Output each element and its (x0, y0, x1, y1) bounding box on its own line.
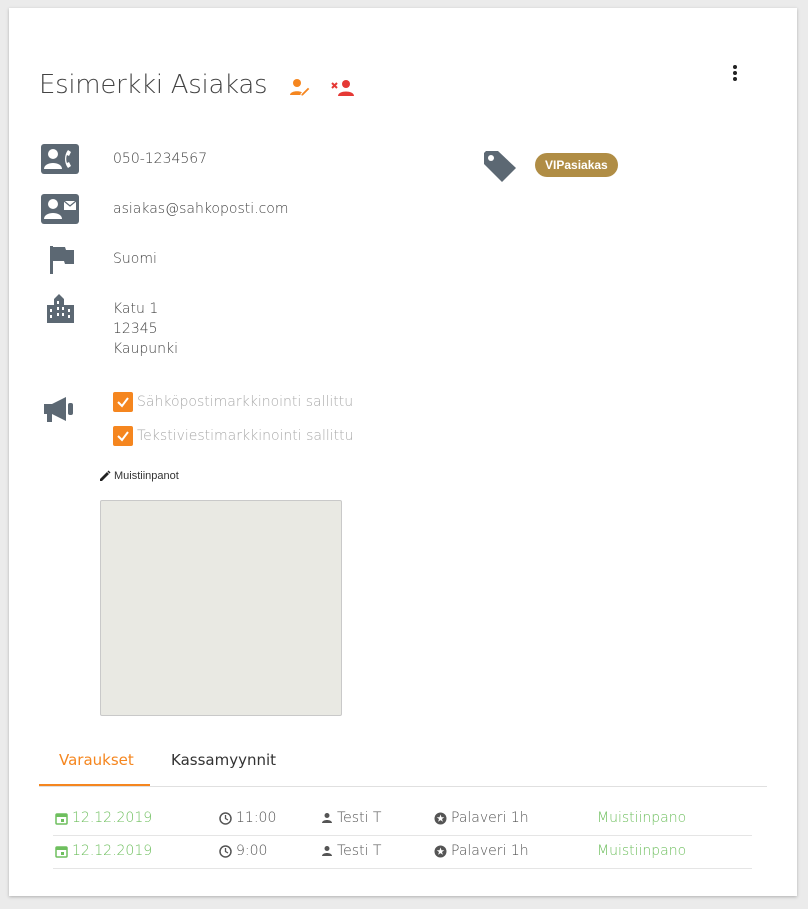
customer-email: asiakas@sahkoposti.com (113, 201, 289, 217)
building-icon (40, 291, 80, 325)
address-postal-code: 12345 (113, 321, 158, 337)
reservation-person-text: Testi T (337, 843, 382, 859)
person-icon (322, 813, 332, 823)
reservation-date-text: 12.12.2019 (72, 810, 153, 826)
more-vert-icon (733, 65, 737, 81)
contact-phone-icon (40, 143, 80, 177)
active-tab-indicator (39, 784, 150, 786)
reservation-time-text: 9:00 (236, 843, 268, 859)
star-circle-icon (434, 845, 447, 857)
calendar-icon (55, 812, 68, 825)
notes-textarea[interactable] (100, 500, 342, 716)
table-row[interactable]: 12.12.2019 11:00 Testi T Palaveri 1h Mui… (53, 802, 752, 836)
tag-icon (482, 150, 518, 184)
reservation-service: Palaveri 1h (434, 843, 529, 859)
customer-address: Katu 1 12345 Kaupunki (113, 299, 178, 359)
reservation-date: 12.12.2019 (55, 843, 152, 859)
reservation-service-text: Palaveri 1h (451, 843, 529, 859)
reservation-time: 11:00 (219, 810, 276, 826)
tab-reservations[interactable]: Varaukset (59, 751, 134, 769)
reservation-person-text: Testi T (337, 810, 382, 826)
more-menu-button[interactable] (725, 64, 745, 84)
customer-name: Esimerkki Asiakas (39, 70, 268, 100)
address-city: Kaupunki (113, 341, 179, 357)
star-circle-icon (434, 812, 447, 824)
reservation-service-text: Palaveri 1h (451, 810, 529, 826)
reservation-time-text: 11:00 (236, 810, 277, 826)
email-marketing-checkbox[interactable]: Sähköpostimarkkinointi sallittu (113, 391, 353, 413)
reservation-person: Testi T (321, 810, 381, 826)
checkbox-checked-icon (113, 426, 133, 446)
person-icon (322, 846, 332, 856)
reservation-service: Palaveri 1h (434, 810, 529, 826)
sms-marketing-checkbox[interactable]: Tekstiviestimarkkinointi sallittu (113, 425, 354, 447)
reservation-time: 9:00 (219, 843, 267, 859)
address-street: Katu 1 (113, 301, 159, 317)
reservation-note-link[interactable]: Muistiinpano (597, 810, 686, 826)
email-marketing-label: Sähköpostimarkkinointi sallittu (137, 394, 354, 410)
customer-phone: 050-1234567 (113, 151, 208, 167)
tabs-divider (39, 786, 767, 787)
contact-mail-icon (40, 193, 80, 227)
customer-card: Esimerkki Asiakas 050-1234567 asiakas@sa… (9, 8, 797, 896)
sms-marketing-label: Tekstiviestimarkkinointi sallittu (137, 428, 354, 444)
reservation-note-link[interactable]: Muistiinpano (597, 843, 686, 859)
notes-label: Muistiinpanot (99, 470, 179, 482)
clock-icon (219, 844, 232, 858)
megaphone-icon (40, 394, 80, 428)
remove-user-icon (331, 80, 354, 96)
reservation-date: 12.12.2019 (55, 810, 152, 826)
calendar-icon (55, 845, 68, 858)
notes-label-text: Muistiinpanot (114, 470, 179, 482)
flag-icon (40, 243, 80, 277)
customer-country: Suomi (113, 251, 157, 267)
reservation-person: Testi T (321, 843, 381, 859)
edit-customer-button[interactable] (289, 78, 311, 98)
reservation-date-text: 12.12.2019 (72, 843, 153, 859)
edit-user-icon (290, 79, 311, 97)
table-row[interactable]: 12.12.2019 9:00 Testi T Palaveri 1h Muis… (53, 835, 752, 869)
clock-icon (219, 811, 232, 825)
tag-badge-vip[interactable]: VIPasiakas (535, 153, 618, 177)
checkbox-checked-icon (113, 392, 133, 412)
pencil-icon (100, 470, 111, 481)
tab-cash-sales[interactable]: Kassamyynnit (171, 751, 276, 769)
delete-customer-button[interactable] (331, 78, 355, 98)
